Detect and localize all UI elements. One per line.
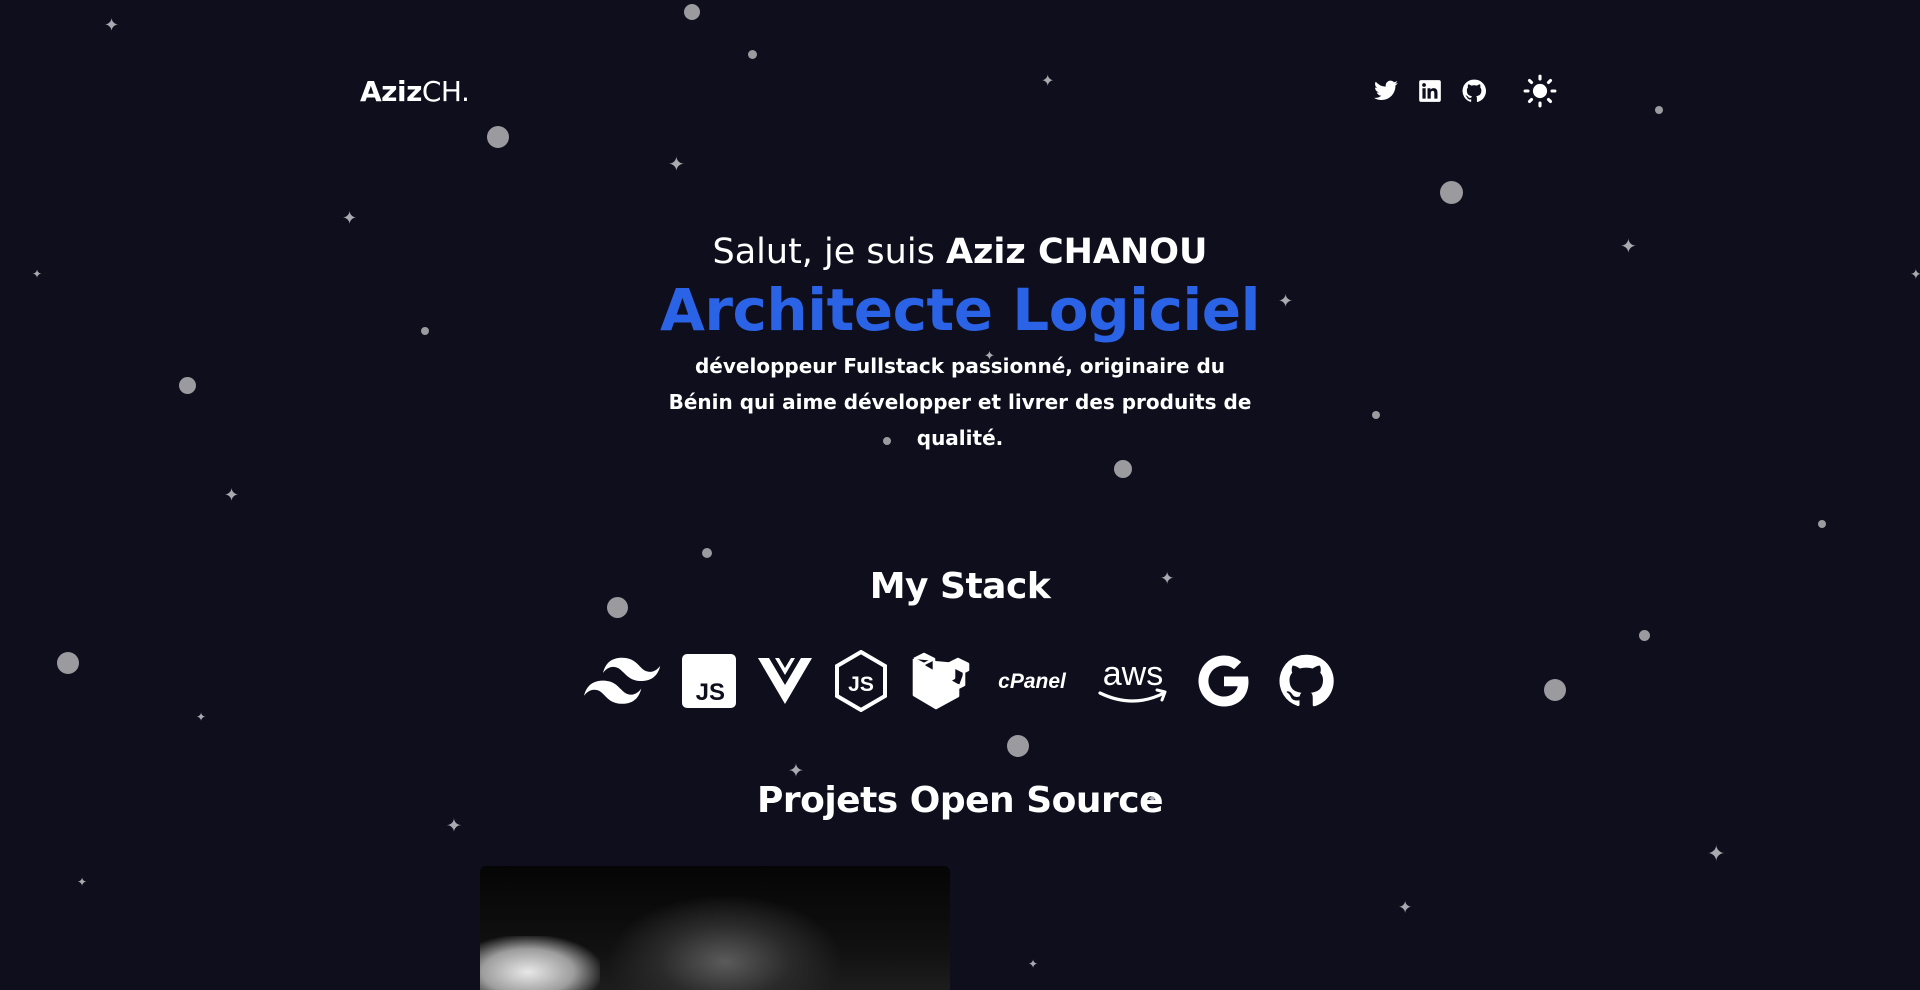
- aws-label: aws: [1103, 655, 1163, 693]
- hero-description: développeur Fullstack passionné, origina…: [668, 354, 1252, 450]
- aws-icon: aws: [1094, 650, 1172, 712]
- projects-title: Projets Open Source: [756, 780, 1164, 821]
- nodejs-icon: JS: [834, 650, 888, 712]
- hero-greeting: Salut, je suis Aziz CHANOU: [0, 232, 1920, 272]
- stack-title: My Stack: [869, 566, 1051, 607]
- greeting-prefix: Salut, je suis: [712, 232, 946, 272]
- starfield-background: ✦ ✦ ✦ ✦ ✦ ✦ ✦ ✦ ✦ ✦ ✦ ✦ ✦ ✦ ✦ ✦ ✦ ✦ ✦: [0, 0, 1920, 990]
- google-icon: [1194, 650, 1254, 712]
- vue-icon: [758, 650, 812, 712]
- site-logo[interactable]: AzizCH.: [360, 74, 470, 108]
- linkedin-icon[interactable]: [1416, 77, 1444, 105]
- project-card[interactable]: [480, 866, 950, 990]
- stack-icons: JS JS cPanel aws: [0, 650, 1920, 712]
- laravel-icon: [910, 650, 970, 712]
- page: ✦ ✦ ✦ ✦ ✦ ✦ ✦ ✦ ✦ ✦ ✦ ✦ ✦ ✦ ✦ ✦ ✦ ✦ ✦ Az…: [0, 0, 1920, 990]
- cpanel-label: cPanel: [998, 670, 1067, 693]
- github-icon[interactable]: [1460, 77, 1488, 105]
- tailwind-icon: [584, 650, 660, 712]
- hero-role: Architecte Logiciel: [660, 276, 1260, 344]
- project-image-cloud: [480, 936, 600, 990]
- cpanel-icon: cPanel: [992, 650, 1072, 712]
- social-links: [1372, 73, 1558, 109]
- javascript-icon: JS: [682, 650, 736, 712]
- hero-section: Salut, je suis Aziz CHANOU Architecte Lo…: [0, 232, 1920, 456]
- logo-light-text: CH.: [421, 74, 470, 108]
- js-label: JS: [696, 679, 725, 706]
- github-stack-icon: [1276, 650, 1336, 712]
- site-header: AzizCH.: [360, 70, 1560, 112]
- logo-bold-text: Aziz: [360, 74, 422, 108]
- svg-text:JS: JS: [848, 673, 874, 696]
- hero-name: Aziz CHANOU: [945, 232, 1208, 272]
- project-image: [610, 896, 840, 990]
- twitter-icon[interactable]: [1372, 77, 1400, 105]
- sun-icon[interactable]: [1522, 73, 1558, 109]
